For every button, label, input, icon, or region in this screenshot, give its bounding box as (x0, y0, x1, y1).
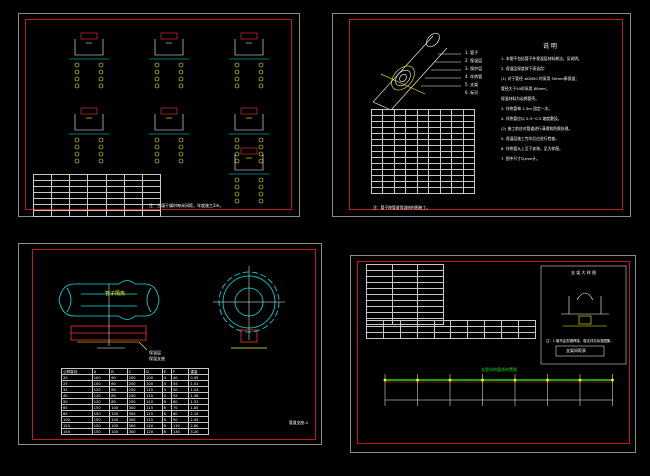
note-line: 5. 保温层施工完毕后应进行检查。 (501, 136, 559, 141)
table-cell (433, 332, 452, 339)
sheet-2-footnote: 注：管子按管道保温结构图施工。 (373, 205, 430, 210)
table-cell (428, 187, 441, 194)
legend-item: 4. 伴热管 (465, 74, 483, 79)
table-cell (501, 332, 520, 339)
table-cell (462, 187, 475, 194)
support-detail-1 (69, 32, 109, 89)
sheet-3-dimension-table: 公称直径 A B C D E F 重量 20 100 60 200 100 4 40 0.95 25 100 60 2… (61, 368, 209, 435)
note-line: (1) 对于管径 ≤DN50 时采用 50mm厚保温； (501, 76, 579, 81)
table-cell (51, 210, 71, 217)
table-cell (370, 187, 384, 194)
sheet-4-elevation-title: 支管伴热管线布置图 (481, 367, 517, 372)
note-line: 7. 图中尺寸以mm计。 (501, 156, 540, 161)
sheet-2-notes-title: 说 明 (543, 43, 557, 50)
table-cell (518, 332, 536, 339)
table-row: 150 150 100 300 120 6 130 3.20 (61, 428, 209, 435)
table-cell (405, 187, 418, 194)
drawing-sheet-3[interactable]: 管子隔热 保温层 保温支座 公称直径 A B C D E F 重量 20 100 60 200 100 4… (18, 243, 322, 445)
legend-item: 5. 支架 (465, 82, 479, 87)
table-cell (105, 210, 125, 217)
table-cell (484, 332, 503, 339)
table-cell: 3.20 (188, 428, 209, 435)
note-line: (2) 施工前应对管道进行清理和防腐处理。 (501, 126, 573, 131)
table-cell (416, 187, 430, 194)
sheet-4-detail-title: 支 架 大 样 图 (571, 270, 597, 275)
table-cell: 300 (126, 428, 146, 435)
table-cell (366, 332, 384, 339)
legend-item: 6. 标识 (465, 90, 479, 95)
drawing-sheet-1[interactable]: 注：土壤干燥时每米间距，年度施工2m。 (18, 13, 300, 217)
drawing-sheet-4[interactable]: 支 架 大 样 图 注：1.管托由型钢焊接，做法详见标准图集。 支架间距表 支管… (350, 255, 636, 453)
sheet-4-spacing-table (366, 320, 536, 339)
support-detail-7 (229, 147, 269, 204)
table-cell (382, 332, 401, 339)
table-cell (439, 187, 453, 194)
sheet-4-detail-caption: 支架间距表 (566, 348, 586, 353)
table-cell (382, 187, 395, 194)
support-detail-3 (229, 32, 269, 89)
note-line: 6. 伴热管从上至下安装，见大样图。 (501, 146, 563, 151)
support-detail-5 (149, 107, 189, 164)
note-line: 2. 保温层厚度按下表选用： (501, 66, 548, 71)
note-line: 保温材料为岩棉管壳。 (501, 96, 539, 101)
table-cell: 130 (170, 428, 190, 435)
table-cell (399, 332, 418, 339)
label-support: 保温支座 (149, 356, 165, 361)
legend-item: 2. 保温层 (465, 58, 483, 63)
table-cell: 100 (109, 428, 128, 435)
table-cell (123, 210, 143, 217)
sheet-4-detail-note: 注：1.管托由型钢焊接，做法详见标准图集。 (546, 339, 614, 343)
table-cell (141, 210, 162, 217)
sheet-2-insulation-table (370, 109, 475, 194)
table-row (32, 210, 162, 217)
table-cell (450, 332, 469, 339)
table-cell: 150 (91, 428, 111, 435)
sheet-3-footnote: 管道支座-4 (289, 420, 308, 425)
table-cell: 120 (144, 428, 163, 435)
support-detail-4 (69, 107, 109, 164)
table-cell (32, 210, 53, 217)
note-line: 1. 本图不包括管子外保温层材料做法，见说明。 (501, 56, 582, 61)
sheet-4-support-table (366, 264, 444, 325)
elevation-profile (385, 379, 613, 401)
table-cell (87, 210, 107, 217)
legend-item: 1. 管子 (465, 50, 479, 55)
table-cell (69, 210, 89, 217)
support-detail-2 (149, 32, 189, 89)
drawing-sheet-2[interactable]: 1. 管子 2. 保温层 3. 保护层 4. 伴热管 5. 支架 6. 标识 注：管子按管… (332, 13, 631, 217)
table-row (366, 332, 536, 339)
sheet-1-footnote: 注：土壤干燥时每米间距，年度施工2m。 (149, 203, 224, 208)
table-cell: 150 (61, 428, 93, 435)
sheet-1-material-table (32, 174, 162, 217)
table-cell (451, 187, 464, 194)
table-cell (467, 332, 486, 339)
note-line: 4. 伴热管应以 0.3~0.5 坡度敷设。 (501, 116, 562, 121)
table-cell: 6 (161, 428, 172, 435)
label-pipe-insulation: 管子隔热 (105, 291, 126, 297)
note-line: 管径大于50时采用 80mm； (501, 86, 550, 91)
note-line: 3. 伴热管每 1.5m 固定一次。 (501, 106, 553, 111)
table-cell (393, 187, 407, 194)
pipe-section-view (213, 266, 285, 349)
legend-item: 3. 保护层 (465, 66, 483, 71)
pipe-isometric (372, 32, 448, 111)
table-cell (416, 332, 435, 339)
table-row (370, 187, 475, 194)
